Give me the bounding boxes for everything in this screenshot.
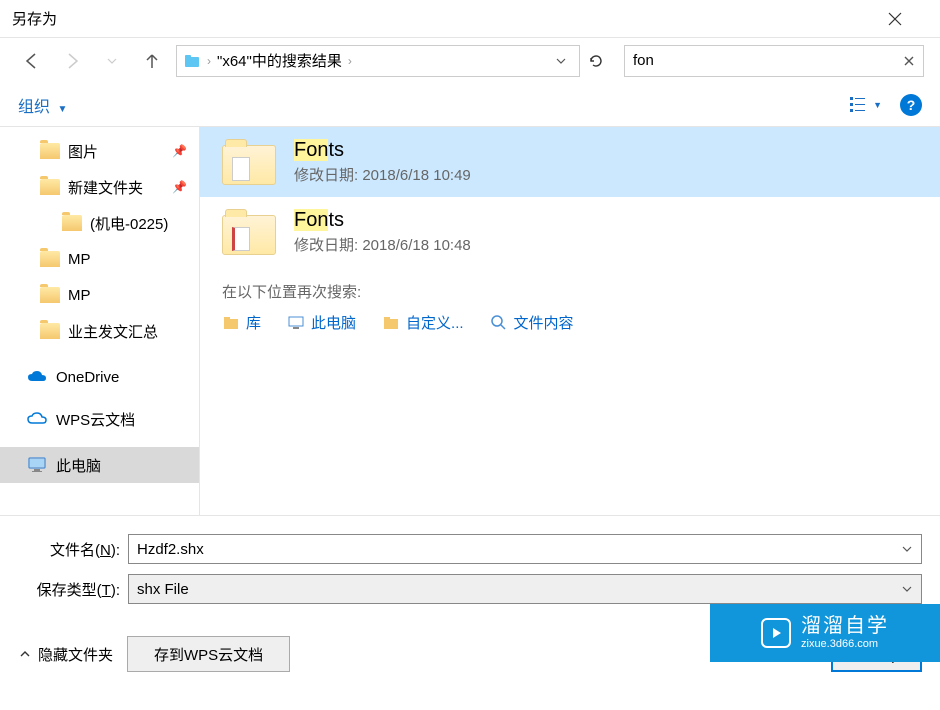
search-box[interactable] bbox=[624, 45, 924, 77]
folder-icon bbox=[40, 323, 60, 339]
cloud-icon bbox=[26, 411, 48, 427]
file-list: Fonts 修改日期: 2018/6/18 10:49 Fonts 修改日期: … bbox=[200, 127, 940, 515]
window-title: 另存为 bbox=[12, 8, 888, 29]
sidebar-item-onedrive[interactable]: OneDrive bbox=[0, 359, 199, 395]
help-button[interactable]: ? bbox=[900, 94, 922, 116]
onedrive-icon bbox=[26, 369, 48, 385]
folder-icon bbox=[40, 143, 60, 159]
nav-back-button[interactable] bbox=[16, 45, 48, 77]
nav-up-button[interactable] bbox=[136, 45, 168, 77]
result-meta: 修改日期: 2018/6/18 10:48 bbox=[294, 234, 471, 255]
filetype-label: 保存类型(T): bbox=[18, 579, 128, 600]
filename-value: Hzdf2.shx bbox=[137, 541, 901, 558]
sidebar-item-label: MP bbox=[68, 287, 91, 304]
hide-folders-label: 隐藏文件夹 bbox=[38, 644, 113, 665]
folder-icon bbox=[382, 314, 400, 332]
search-result-item[interactable]: Fonts 修改日期: 2018/6/18 10:48 bbox=[200, 197, 940, 267]
search-loc-library[interactable]: 库 bbox=[222, 312, 261, 333]
organize-label: 组织 bbox=[18, 99, 50, 116]
view-options-button[interactable]: ▼ bbox=[849, 96, 882, 114]
breadcrumb-dropdown[interactable] bbox=[549, 55, 573, 67]
view-list-icon bbox=[849, 96, 871, 114]
chevron-right-icon: › bbox=[207, 54, 211, 68]
chevron-down-icon bbox=[555, 55, 567, 67]
pin-icon: 📌 bbox=[172, 180, 187, 194]
nav-forward-button[interactable] bbox=[56, 45, 88, 77]
folder-icon bbox=[183, 52, 201, 70]
folder-icon bbox=[40, 287, 60, 303]
sidebar-item-label: (机电-0225) bbox=[90, 213, 168, 234]
search-result-item[interactable]: Fonts 修改日期: 2018/6/18 10:49 bbox=[200, 127, 940, 197]
search-loc-pc[interactable]: 此电脑 bbox=[287, 312, 356, 333]
clear-search-button[interactable] bbox=[903, 55, 915, 67]
watermark-url: zixue.3d66.com bbox=[801, 638, 889, 651]
save-wps-button[interactable]: 存到WPS云文档 bbox=[127, 636, 290, 672]
sidebar-item-yezhu[interactable]: 业主发文汇总 bbox=[0, 313, 199, 349]
organize-menu[interactable]: 组织 ▼ bbox=[18, 93, 67, 117]
result-name: Fonts bbox=[294, 139, 471, 162]
search-again-label: 在以下位置再次搜索: bbox=[222, 281, 918, 302]
close-icon bbox=[903, 55, 915, 67]
play-icon bbox=[761, 618, 791, 648]
arrow-right-icon bbox=[62, 51, 82, 71]
sidebar-item-thispc[interactable]: 此电脑 bbox=[0, 447, 199, 483]
watermark: 溜溜自学 zixue.3d66.com bbox=[710, 604, 940, 662]
filetype-select[interactable]: shx File bbox=[128, 574, 922, 604]
caret-down-icon: ▼ bbox=[57, 104, 67, 115]
result-meta: 修改日期: 2018/6/18 10:49 bbox=[294, 164, 471, 185]
sidebar-item-mp2[interactable]: MP bbox=[0, 277, 199, 313]
chevron-down-icon[interactable] bbox=[901, 543, 913, 555]
watermark-title: 溜溜自学 bbox=[801, 614, 889, 638]
folder-icon bbox=[40, 251, 60, 267]
pc-icon bbox=[26, 456, 48, 474]
sidebar-item-jidian[interactable]: (机电-0225) bbox=[0, 205, 199, 241]
sidebar-item-wps[interactable]: WPS云文档 bbox=[0, 401, 199, 437]
pin-icon: 📌 bbox=[172, 144, 187, 158]
filename-input[interactable]: Hzdf2.shx bbox=[128, 534, 922, 564]
sidebar-item-label: WPS云文档 bbox=[56, 409, 135, 430]
sidebar-item-label: 业主发文汇总 bbox=[68, 321, 158, 342]
sidebar-item-label: OneDrive bbox=[56, 369, 119, 386]
folder-icon bbox=[40, 179, 60, 195]
chevron-down-icon[interactable] bbox=[901, 583, 913, 595]
folder-icon bbox=[222, 209, 276, 255]
folder-icon bbox=[62, 215, 82, 231]
refresh-button[interactable] bbox=[588, 53, 616, 69]
search-input[interactable] bbox=[633, 52, 903, 69]
sidebar-item-newfolder[interactable]: 新建文件夹 📌 bbox=[0, 169, 199, 205]
refresh-icon bbox=[588, 53, 604, 69]
library-icon bbox=[222, 314, 240, 332]
close-button[interactable] bbox=[888, 12, 928, 26]
sidebar-item-pictures[interactable]: 图片 📌 bbox=[0, 133, 199, 169]
pc-icon bbox=[287, 314, 305, 332]
arrow-up-icon bbox=[143, 52, 161, 70]
sidebar: 图片 📌 新建文件夹 📌 (机电-0225) MP MP 业主发文汇总 OneD… bbox=[0, 127, 200, 515]
nav-recent-dropdown[interactable] bbox=[96, 45, 128, 77]
chevron-up-icon bbox=[18, 647, 32, 661]
sidebar-item-label: 此电脑 bbox=[56, 455, 101, 476]
sidebar-item-label: 新建文件夹 bbox=[68, 177, 143, 198]
search-loc-content[interactable]: 文件内容 bbox=[490, 312, 574, 333]
chevron-right-icon: › bbox=[348, 54, 352, 68]
filename-label: 文件名(N): bbox=[18, 539, 128, 560]
caret-down-icon: ▼ bbox=[873, 100, 882, 110]
filetype-value: shx File bbox=[137, 581, 901, 598]
breadcrumb[interactable]: › "x64"中的搜索结果 › bbox=[176, 45, 580, 77]
breadcrumb-path[interactable]: "x64"中的搜索结果 bbox=[217, 50, 342, 71]
sidebar-item-label: 图片 bbox=[68, 141, 98, 162]
search-icon bbox=[490, 314, 508, 332]
hide-folders-toggle[interactable]: 隐藏文件夹 bbox=[18, 644, 113, 665]
result-name: Fonts bbox=[294, 209, 471, 232]
close-icon bbox=[888, 12, 902, 26]
sidebar-item-mp1[interactable]: MP bbox=[0, 241, 199, 277]
arrow-left-icon bbox=[22, 51, 42, 71]
folder-icon bbox=[222, 139, 276, 185]
sidebar-item-label: MP bbox=[68, 251, 91, 268]
chevron-down-icon bbox=[106, 55, 118, 67]
search-loc-custom[interactable]: 自定义... bbox=[382, 312, 464, 333]
